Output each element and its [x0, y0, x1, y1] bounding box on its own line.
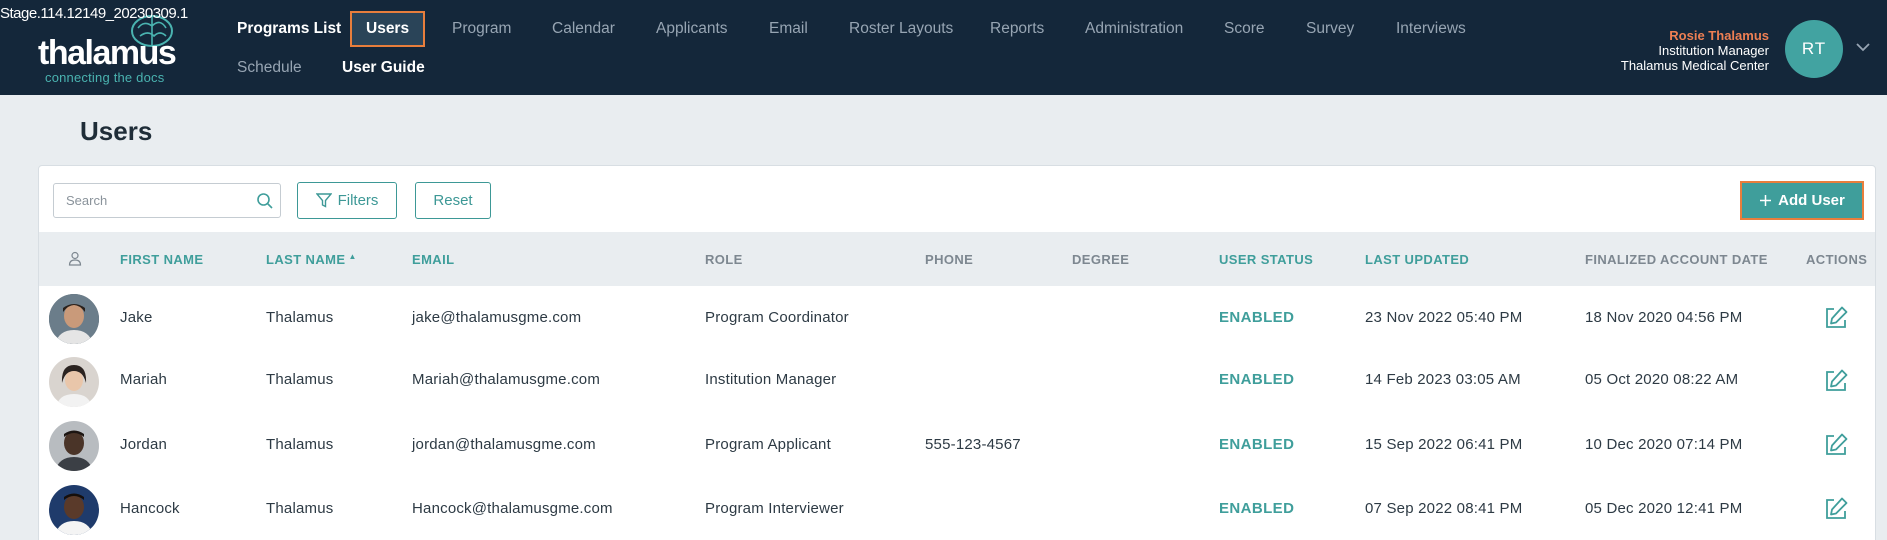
finalized-date-cell: 05 Dec 2020 12:41 PM — [1585, 500, 1743, 517]
first-name-cell: Jordan — [120, 436, 168, 453]
last-updated-cell: 14 Feb 2023 03:05 AM — [1365, 371, 1521, 388]
chevron-down-icon[interactable] — [1856, 42, 1870, 52]
first-name-cell: Hancock — [120, 500, 180, 517]
filters-button[interactable]: Filters — [297, 182, 397, 219]
add-user-button[interactable]: Add User — [1740, 181, 1864, 220]
table-row: Hancock Thalamus Hancock@thalamusgme.com… — [39, 478, 1875, 540]
nav-applicants[interactable]: Applicants — [656, 20, 728, 38]
last-name-cell: Thalamus — [266, 436, 334, 453]
nav-roster-layouts[interactable]: Roster Layouts — [849, 20, 953, 38]
user-photo — [49, 421, 99, 471]
edit-icon[interactable] — [1823, 432, 1849, 458]
column-header-email[interactable]: EMAIL — [412, 252, 454, 267]
table-row: Jordan Thalamus jordan@thalamusgme.com P… — [39, 414, 1875, 478]
avatar-photo-icon — [49, 485, 99, 535]
filters-label: Filters — [337, 192, 379, 209]
nav-programs-list[interactable]: Programs List — [237, 20, 341, 38]
logo-wordmark: thalamus — [38, 34, 177, 72]
table-row: Mariah Thalamus Mariah@thalamusgme.com I… — [39, 350, 1875, 414]
column-header-degree: DEGREE — [1072, 252, 1130, 267]
nav-users[interactable]: Users — [350, 11, 426, 47]
avatar-photo-icon — [49, 294, 99, 344]
role-cell: Program Coordinator — [705, 309, 849, 326]
nav-interviews[interactable]: Interviews — [1396, 20, 1466, 38]
avatar-photo-icon — [49, 357, 99, 407]
edit-icon[interactable] — [1823, 305, 1849, 331]
build-version: Stage.114.12149_20230309.1 — [0, 5, 188, 22]
user-role: Institution Manager — [1658, 43, 1769, 58]
phone-cell: 555-123-4567 — [925, 436, 1021, 453]
role-cell: Institution Manager — [705, 371, 837, 388]
last-updated-cell: 15 Sep 2022 06:41 PM — [1365, 436, 1523, 453]
column-header-actions: ACTIONS — [1806, 252, 1868, 267]
user-name: Rosie Thalamus — [1669, 28, 1769, 43]
last-name-cell: Thalamus — [266, 371, 334, 388]
thalamus-logo[interactable]: thalamus connecting the docs — [38, 14, 188, 85]
role-cell: Program Applicant — [705, 436, 831, 453]
email-cell: jake@thalamusgme.com — [412, 309, 582, 326]
user-photo — [49, 357, 99, 407]
users-table-card: Filters Reset Add User FIRST NAME LAST N… — [38, 165, 1876, 540]
top-navigation-bar: Stage.114.12149_20230309.1 thalamus conn… — [0, 0, 1887, 95]
avatar-photo-icon — [49, 421, 99, 471]
email-cell: Hancock@thalamusgme.com — [412, 500, 613, 517]
email-cell: jordan@thalamusgme.com — [412, 436, 596, 453]
edit-icon[interactable] — [1823, 496, 1849, 522]
finalized-date-cell: 10 Dec 2020 07:14 PM — [1585, 436, 1743, 453]
user-column-icon — [68, 251, 82, 266]
status-badge: ENABLED — [1219, 309, 1295, 326]
user-photo — [49, 485, 99, 535]
status-badge: ENABLED — [1219, 500, 1295, 517]
last-name-cell: Thalamus — [266, 309, 334, 326]
logo-tagline: connecting the docs — [45, 70, 165, 85]
table-header: FIRST NAME LAST NAME ▲ EMAIL ROLE PHONE D… — [39, 232, 1875, 286]
first-name-cell: Mariah — [120, 371, 168, 388]
page-title: Users — [80, 116, 153, 146]
add-user-label: Add User — [1778, 192, 1845, 209]
edit-icon[interactable] — [1823, 368, 1849, 394]
filter-icon — [315, 193, 332, 208]
search-input[interactable] — [54, 184, 244, 217]
nav-email[interactable]: Email — [769, 20, 808, 38]
plus-icon — [1760, 195, 1772, 206]
email-cell: Mariah@thalamusgme.com — [412, 371, 601, 388]
sort-ascending-icon: ▲ — [348, 252, 357, 261]
column-header-last-updated[interactable]: LAST UPDATED — [1365, 252, 1469, 267]
nav-administration[interactable]: Administration — [1085, 20, 1183, 38]
user-organization: Thalamus Medical Center — [1620, 58, 1769, 73]
last-updated-cell: 07 Sep 2022 08:41 PM — [1365, 500, 1523, 517]
column-header-first-name[interactable]: FIRST NAME — [120, 252, 203, 267]
column-header-phone: PHONE — [925, 252, 974, 267]
column-header-finalized-account-date: FINALIZED ACCOUNT DATE — [1585, 252, 1768, 267]
user-photo — [49, 294, 99, 344]
nav-program[interactable]: Program — [452, 20, 511, 38]
first-name-cell: Jake — [120, 309, 153, 326]
column-header-last-name-label: LAST NAME — [266, 252, 346, 267]
user-info: Rosie Thalamus Institution Manager Thala… — [1621, 28, 1769, 73]
nav-score[interactable]: Score — [1224, 20, 1265, 38]
nav-calendar[interactable]: Calendar — [552, 20, 615, 38]
column-header-last-name[interactable]: LAST NAME ▲ — [266, 252, 357, 267]
column-header-role: ROLE — [705, 252, 743, 267]
status-badge: ENABLED — [1219, 371, 1295, 388]
nav-schedule[interactable]: Schedule — [237, 59, 302, 77]
user-avatar[interactable]: RT — [1785, 20, 1843, 78]
column-header-user-status[interactable]: USER STATUS — [1219, 252, 1313, 267]
search-box — [53, 183, 281, 218]
last-updated-cell: 23 Nov 2022 05:40 PM — [1365, 309, 1523, 326]
role-cell: Program Interviewer — [705, 500, 844, 517]
status-badge: ENABLED — [1219, 436, 1295, 453]
table-row: Jake Thalamus jake@thalamusgme.com Progr… — [39, 286, 1875, 350]
finalized-date-cell: 18 Nov 2020 04:56 PM — [1585, 309, 1743, 326]
nav-user-guide[interactable]: User Guide — [342, 59, 425, 77]
last-name-cell: Thalamus — [266, 500, 334, 517]
nav-reports[interactable]: Reports — [990, 20, 1044, 38]
nav-survey[interactable]: Survey — [1306, 20, 1354, 38]
search-icon[interactable] — [256, 192, 274, 210]
finalized-date-cell: 05 Oct 2020 08:22 AM — [1585, 371, 1739, 388]
reset-button[interactable]: Reset — [415, 182, 491, 219]
